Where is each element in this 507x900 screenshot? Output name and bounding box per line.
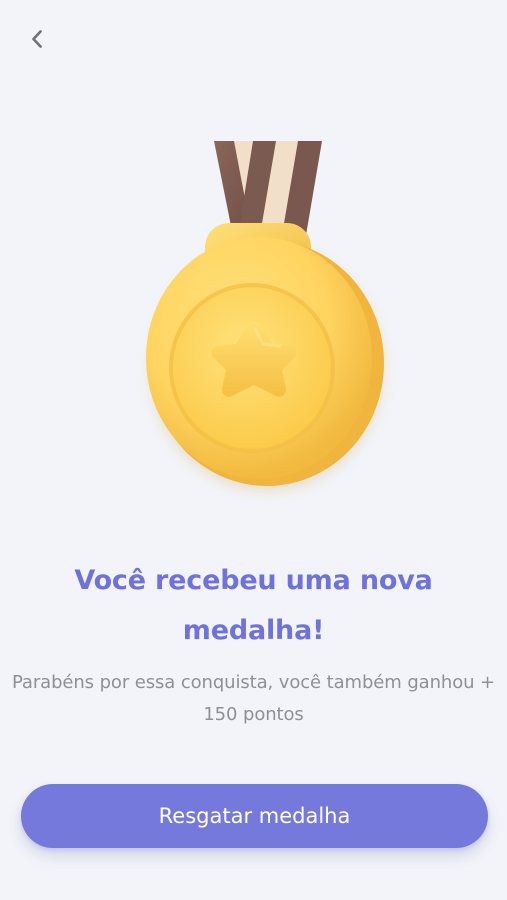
reward-message: Parabéns por essa conquista, você também… <box>11 672 496 725</box>
redeem-medal-button[interactable]: Resgatar medalha <box>21 784 488 848</box>
chevron-left-icon <box>32 30 42 48</box>
gold-star-medal-icon <box>130 128 400 503</box>
page-title: Você recebeu uma nova medalha! <box>74 565 433 646</box>
back-button[interactable] <box>18 20 56 58</box>
medal-earned-screen: Você recebeu uma nova medalha! Parabéns … <box>0 0 507 900</box>
